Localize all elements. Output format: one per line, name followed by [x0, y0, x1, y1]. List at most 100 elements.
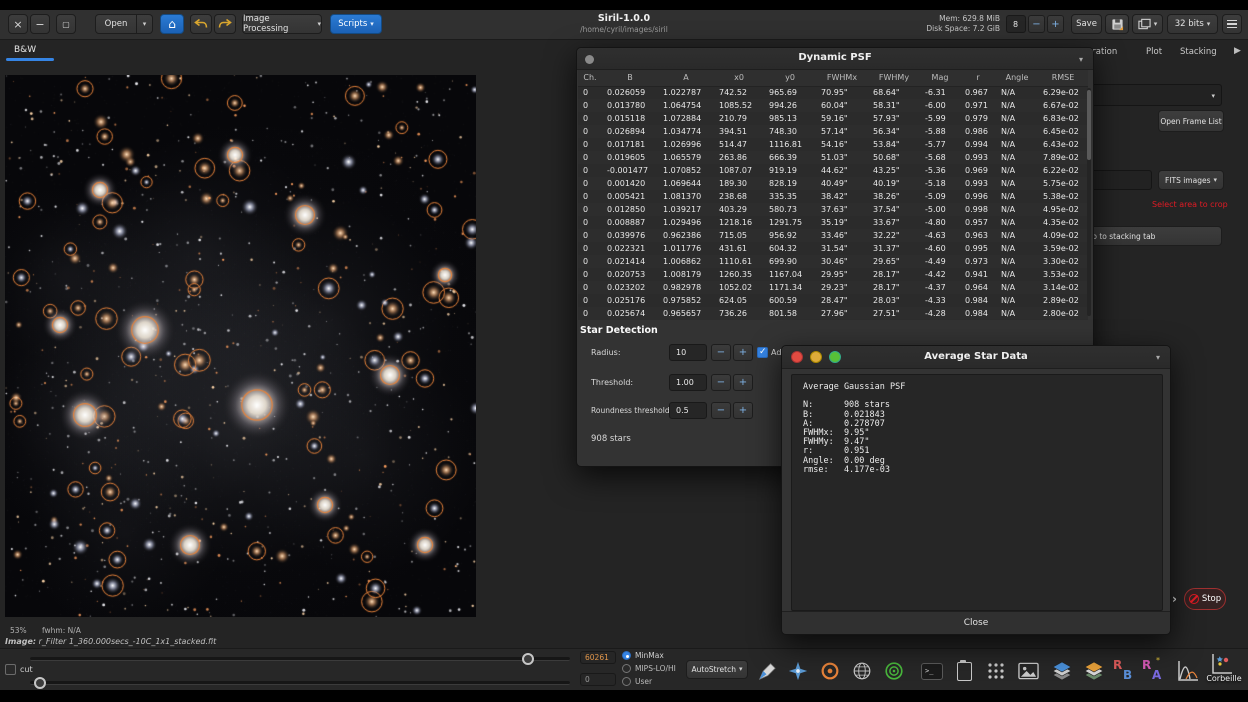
table-row[interactable]: 00.0137801.0647541085.52994.2660.04"58.3…	[578, 99, 1088, 112]
lo-value-field[interactable]: 0	[580, 673, 616, 686]
thread-count-field[interactable]: 8	[1006, 15, 1026, 33]
table-row[interactable]: 00.0151181.072884210.79985.1359.16"57.93…	[578, 112, 1088, 125]
table-row[interactable]: 00.0232020.9829781052.021171.3429.23"28.…	[578, 281, 1088, 294]
table-row[interactable]: 00.0260591.022787742.52965.6970.95"68.64…	[578, 86, 1088, 99]
avg-titlebar[interactable]: Average Star Data ▾	[782, 346, 1170, 369]
minimize-window-button[interactable]: −	[30, 14, 50, 34]
fits-images-dropdown[interactable]: FITS images ▾	[1158, 170, 1224, 190]
maximize-window-button[interactable]: ▢	[56, 14, 76, 34]
astro-image[interactable]	[5, 75, 476, 617]
autostretch-dropdown[interactable]: AutoStretch ▾	[686, 660, 748, 679]
mode-radio-minmax[interactable]: MinMax	[622, 650, 664, 661]
column-header[interactable]: FWHMx	[816, 70, 868, 86]
star-tool-button[interactable]	[784, 657, 812, 685]
radius-minus-button[interactable]: −	[711, 344, 731, 361]
table-row[interactable]: 00.0088871.0294961218.161291.7535.19"33.…	[578, 216, 1088, 229]
table-row[interactable]: 0-0.0014771.0708521087.07919.1944.62"43.…	[578, 164, 1088, 177]
snapshot-dropdown-button[interactable]: ▾	[1132, 14, 1163, 34]
column-header[interactable]: FWHMy	[868, 70, 920, 86]
table-scrollbar[interactable]	[1087, 88, 1091, 316]
column-header[interactable]: y0	[764, 70, 816, 86]
astrometry-button[interactable]	[848, 657, 876, 685]
open-button[interactable]: Open	[95, 14, 137, 34]
chevron-down-icon[interactable]: ▾	[1079, 56, 1083, 64]
target-button[interactable]	[880, 657, 908, 685]
column-header[interactable]: B	[602, 70, 658, 86]
tab-bw[interactable]: B&W	[14, 45, 36, 55]
save-as-button[interactable]	[1105, 14, 1129, 34]
table-row[interactable]: 00.0251760.975852624.05600.5928.47"28.03…	[578, 294, 1088, 307]
close-window-button[interactable]: ×	[8, 14, 28, 34]
table-row[interactable]: 00.0207531.0081791260.351167.0429.95"28.…	[578, 268, 1088, 281]
cut-checkbox[interactable]	[5, 664, 16, 675]
roundness-minus-button[interactable]: −	[711, 402, 731, 419]
threshold-minus-button[interactable]: −	[711, 374, 731, 391]
column-header[interactable]: RMSE	[1038, 70, 1088, 86]
table-row[interactable]: 00.0399760.962386715.05956.9233.46"32.22…	[578, 229, 1088, 242]
rgb-align-button[interactable]: R A *	[1140, 657, 1168, 685]
radius-field[interactable]: 10	[669, 344, 707, 361]
table-row[interactable]: 00.0256740.965657736.26801.5827.96"27.51…	[578, 307, 1088, 320]
table-row[interactable]: 00.0196051.065579263.86666.3951.03"50.68…	[578, 151, 1088, 164]
undo-button[interactable]	[190, 14, 212, 34]
threshold-field[interactable]: 1.00	[669, 374, 707, 391]
mode-radio-user[interactable]: User	[622, 676, 652, 687]
column-header[interactable]: Ch.	[578, 70, 602, 86]
table-row[interactable]: 00.0223211.011776431.61604.3231.54"31.37…	[578, 242, 1088, 255]
lo-slider-handle[interactable]	[34, 677, 46, 689]
hi-slider-handle[interactable]	[522, 653, 534, 665]
column-header[interactable]: A	[658, 70, 714, 86]
layers-alt-button[interactable]	[1080, 657, 1108, 685]
bit-depth-dropdown[interactable]: 32 bits ▾	[1167, 14, 1218, 34]
tab-plot[interactable]: Plot	[1146, 47, 1162, 57]
column-header[interactable]: r	[960, 70, 996, 86]
trash-label[interactable]: Corbeille	[1196, 674, 1248, 683]
image-processing-menu-button[interactable]: Image Processing ▾	[242, 14, 322, 34]
close-button[interactable]: Close	[782, 611, 1170, 634]
table-cell: 29.95"	[816, 268, 868, 281]
open-frame-list-button[interactable]: Open Frame List	[1158, 110, 1224, 132]
tab-scroll-right-icon[interactable]: ▶	[1234, 46, 1241, 56]
pen-tool-button[interactable]	[752, 657, 780, 685]
table-cell: 699.90	[764, 255, 816, 268]
table-row[interactable]: 00.0268941.034774394.51748.3057.14"56.34…	[578, 125, 1088, 138]
radius-plus-button[interactable]: +	[733, 344, 753, 361]
redo-button[interactable]	[214, 14, 236, 34]
open-dropdown-button[interactable]: ▾	[137, 14, 153, 34]
grid-button[interactable]	[982, 657, 1010, 685]
photometry-button[interactable]	[816, 657, 844, 685]
photo-button[interactable]	[1014, 657, 1042, 685]
column-header[interactable]: Angle	[996, 70, 1038, 86]
scripts-menu-button[interactable]: Scripts ▾	[330, 14, 382, 34]
chevron-right-icon[interactable]: ›	[1172, 592, 1177, 606]
roundness-field[interactable]: 0.5	[669, 402, 707, 419]
console-button[interactable]: >_	[918, 657, 946, 685]
mode-radio-mips[interactable]: MIPS-LO/HI	[622, 663, 676, 674]
layers-button[interactable]	[1048, 657, 1076, 685]
stop-button[interactable]: Stop	[1184, 588, 1226, 610]
hi-slider-track[interactable]	[30, 657, 570, 661]
table-row[interactable]: 00.0214141.0068621110.61699.9030.46"29.6…	[578, 255, 1088, 268]
dynamic-psf-titlebar[interactable]: Dynamic PSF ▾	[577, 48, 1093, 70]
home-button[interactable]: ⌂	[160, 14, 184, 34]
threshold-plus-button[interactable]: +	[733, 374, 753, 391]
table-row[interactable]: 00.0171811.026996514.471116.8154.16"53.8…	[578, 138, 1088, 151]
adjust-checkbox[interactable]	[757, 347, 768, 358]
table-row[interactable]: 00.0054211.081370238.68335.3538.42"38.26…	[578, 190, 1088, 203]
hi-value-field[interactable]: 60261	[580, 651, 616, 664]
thread-plus-button[interactable]: +	[1047, 15, 1064, 33]
thread-minus-button[interactable]: −	[1028, 15, 1045, 33]
column-header[interactable]: x0	[714, 70, 764, 86]
table-row[interactable]: 00.0128501.039217403.29580.7337.63"37.54…	[578, 203, 1088, 216]
chevron-down-icon[interactable]: ▾	[1156, 354, 1160, 362]
table-cell: 1.039217	[658, 203, 714, 216]
save-button[interactable]: Save	[1071, 14, 1102, 34]
rgb-split-button[interactable]: R B	[1110, 657, 1138, 685]
lo-slider-track[interactable]	[30, 681, 570, 685]
roundness-plus-button[interactable]: +	[733, 402, 753, 419]
clipboard-button[interactable]	[950, 657, 978, 685]
table-row[interactable]: 00.0014201.069644189.30828.1940.49"40.19…	[578, 177, 1088, 190]
column-header[interactable]: Mag	[920, 70, 960, 86]
tab-stacking[interactable]: Stacking	[1180, 47, 1217, 57]
hamburger-menu-button[interactable]	[1222, 14, 1242, 34]
